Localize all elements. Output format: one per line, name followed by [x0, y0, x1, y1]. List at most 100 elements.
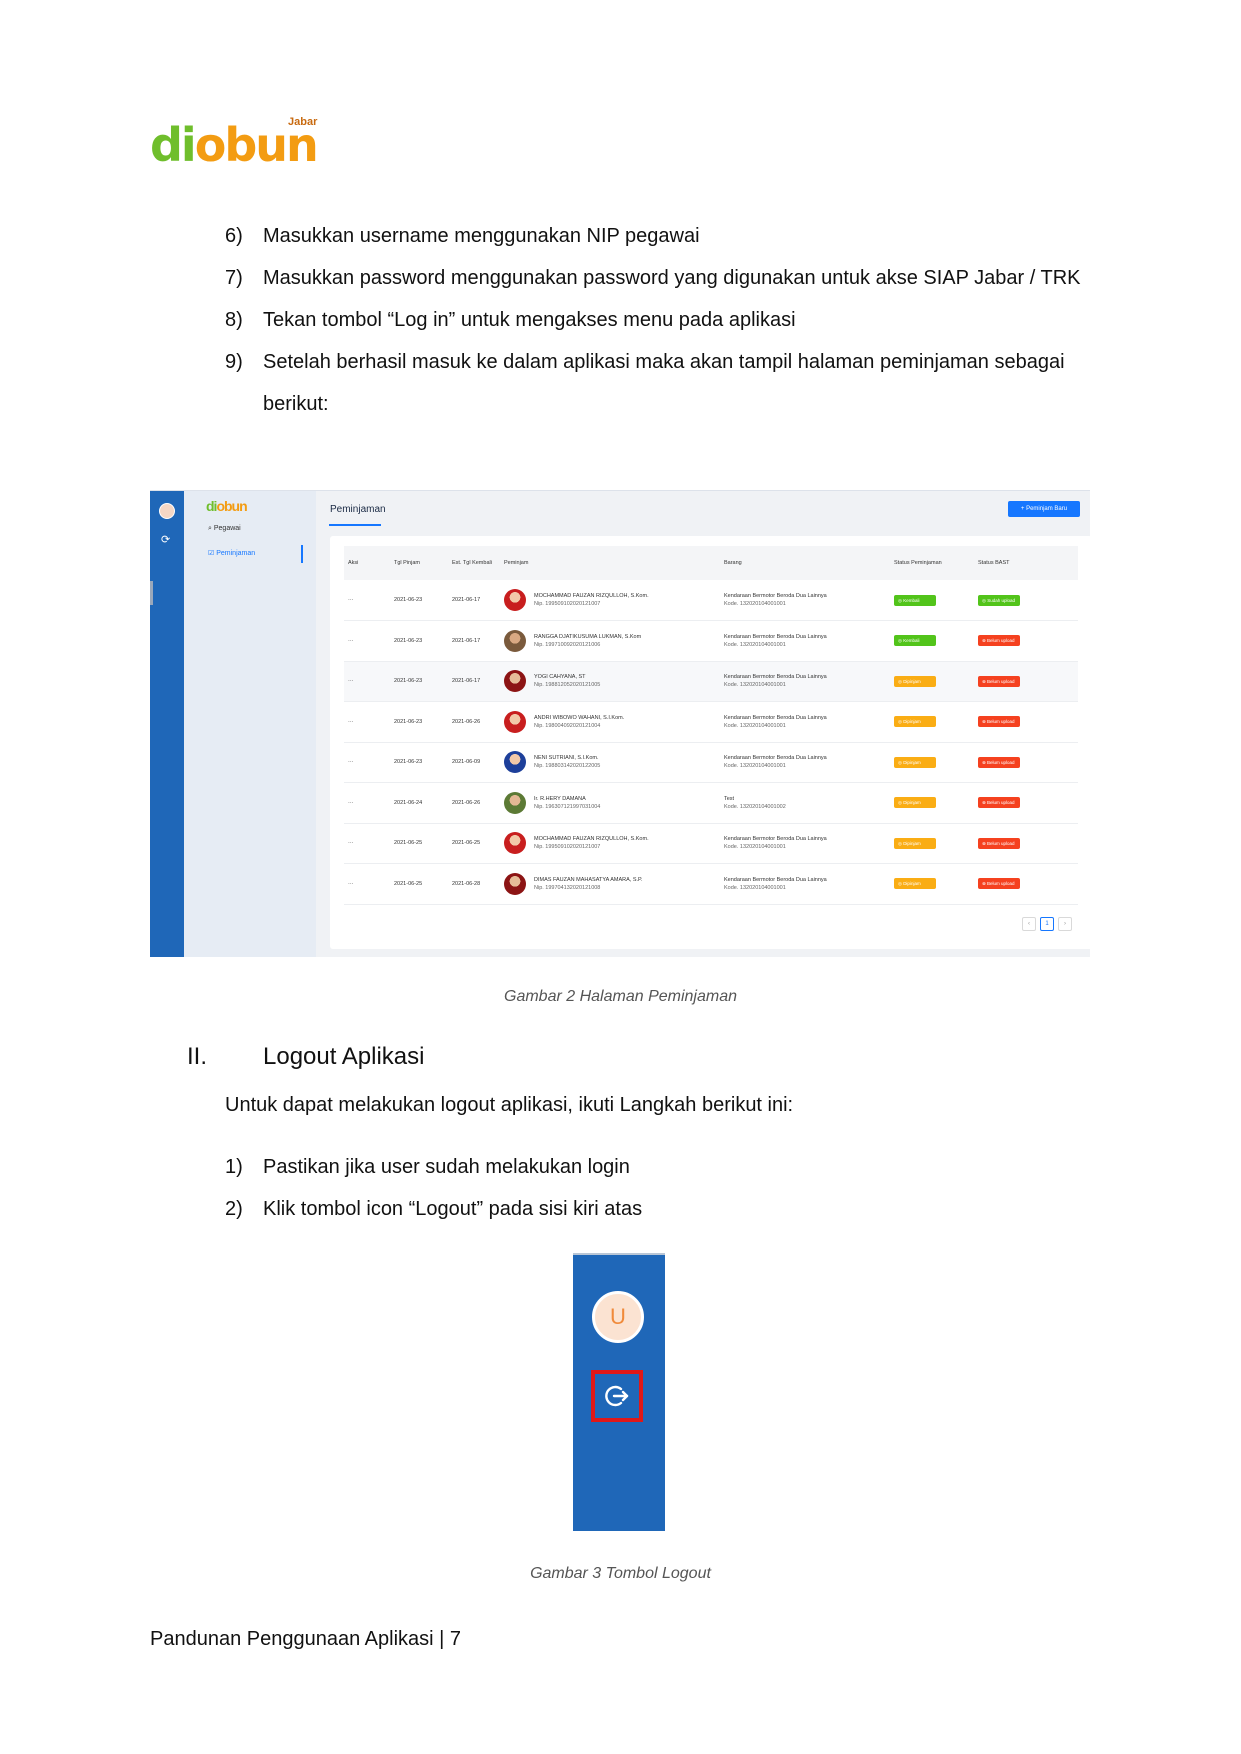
step-text: Tekan tombol “Log in” untuk mengakses me…: [263, 309, 796, 331]
logout-icon[interactable]: [603, 1382, 631, 1410]
column-header[interactable]: Est. Tgl Kembali: [448, 546, 500, 580]
borrower-name: NENI SUTRIANI, S.I.Kom.: [534, 755, 599, 762]
item-code: Kode. 132020104001001: [724, 682, 786, 689]
new-loan-button[interactable]: + Peminjam Baru: [1008, 501, 1080, 517]
peminjaman-screenshot: ⟳ diobun ⌕ Pegawai ☑ Peminjaman Peminjam…: [150, 490, 1090, 957]
table-row: ··· 2021-06-23 2021-06-17 RANGGA DJATIKU…: [344, 620, 1078, 662]
borrower-photo: [504, 670, 526, 693]
column-header[interactable]: Status Peminjaman: [890, 546, 974, 580]
return-date: 2021-06-09: [448, 742, 500, 783]
borrower-photo: [504, 832, 526, 855]
divider: [573, 1253, 665, 1255]
item-code: Kode. 132020104001002: [724, 803, 786, 810]
section-heading: II. Logout Aplikasi: [187, 1043, 424, 1071]
step-number: 7): [225, 267, 243, 289]
step-item: 9) Setelah berhasil masuk ke dalam aplika…: [225, 341, 1085, 425]
item-cell: Kendaraan Bermotor Beroda Dua Lainnya Kod…: [720, 863, 890, 905]
icon-rail: ⟳: [150, 491, 184, 957]
loan-status-label: Dipinjam: [903, 678, 921, 684]
step-number: 6): [225, 225, 243, 247]
row-action-menu[interactable]: ···: [344, 863, 390, 905]
next-page-button[interactable]: ›: [1058, 917, 1072, 931]
table-row: ··· 2021-06-25 2021-06-25 MOCHAMMAD FAUZ…: [344, 823, 1078, 864]
column-header[interactable]: Barang: [720, 546, 890, 580]
loan-status-label: Dipinjam: [903, 800, 921, 806]
loan-date: 2021-06-23: [390, 742, 448, 783]
column-header[interactable]: Status BAST: [974, 546, 1078, 580]
user-avatar[interactable]: U: [592, 1291, 644, 1343]
bast-status-label: Belum upload: [987, 800, 1015, 806]
page-1-button[interactable]: 1: [1040, 917, 1054, 931]
item-name: Kendaraan Bermotor Beroda Dua Lainnya: [724, 593, 827, 599]
sidebar-item-label: Peminjaman: [216, 550, 256, 557]
item-code: Kode. 132020104001001: [724, 601, 786, 607]
diobun-logo: Jabar diobun: [150, 110, 320, 172]
logout-icon[interactable]: ⟳: [161, 533, 170, 546]
bast-status-cell: ◎ Sudah upload: [974, 580, 1078, 621]
loan-date: 2021-06-24: [390, 782, 448, 824]
logout-screenshot: U: [573, 1253, 665, 1531]
item-code: Kode. 132020104001001: [724, 884, 786, 891]
table-row: ··· 2021-06-25 2021-06-28 DIMAS FAUZAN M…: [344, 863, 1078, 905]
column-header[interactable]: Aksi: [344, 546, 390, 580]
bast-status-label: Belum upload: [987, 678, 1015, 684]
row-action-menu[interactable]: ···: [344, 661, 390, 702]
loan-status-cell: ◎ Dipinjam: [890, 863, 974, 905]
return-date: 2021-06-17: [448, 580, 500, 621]
loan-date: 2021-06-23: [390, 580, 448, 621]
row-action-menu[interactable]: ···: [344, 823, 390, 864]
bast-status-badge: ⊗ Belum upload: [978, 797, 1020, 809]
borrower-name: MOCHAMMAD FAUZAN RIZQULLOH, S.Kom.: [534, 593, 649, 599]
scrollbar[interactable]: [150, 581, 153, 605]
bast-status-cell: ⊗ Belum upload: [974, 863, 1078, 905]
tab-peminjaman[interactable]: Peminjaman: [330, 504, 386, 515]
borrower-nip: Nip. 199509102020121007: [534, 601, 601, 607]
sidebar-logo: diobun: [206, 498, 248, 514]
borrower-name: YOGI CAHYANA, ST: [534, 674, 586, 681]
tab-underline: [329, 524, 381, 526]
loan-status-badge: ◎ Dipinjam: [894, 756, 936, 768]
loan-date: 2021-06-25: [390, 823, 448, 864]
row-action-menu[interactable]: ···: [344, 620, 390, 662]
step-text: Masukkan username menggunakan NIP pegawa…: [263, 225, 700, 247]
return-date: 2021-06-25: [448, 823, 500, 864]
item-code: Kode. 132020104001001: [724, 722, 786, 729]
item-cell: Kendaraan Bermotor Beroda Dua Lainnya Kod…: [720, 742, 890, 783]
loan-status-label: Dipinjam: [903, 719, 921, 725]
return-date: 2021-06-17: [448, 620, 500, 662]
borrower-photo: [504, 751, 526, 774]
sidebar-item-pegawai[interactable]: ⌕ Pegawai: [208, 525, 241, 533]
row-action-menu[interactable]: ···: [344, 742, 390, 783]
bast-status-badge: ◎ Sudah upload: [978, 594, 1020, 606]
step-text: Pastikan jika user sudah melakukan login: [263, 1156, 630, 1178]
prev-page-button[interactable]: ‹: [1022, 917, 1036, 931]
return-date: 2021-06-26: [448, 782, 500, 824]
loan-date: 2021-06-23: [390, 701, 448, 743]
bast-status-cell: ⊗ Belum upload: [974, 742, 1078, 783]
item-cell: Kendaraan Bermotor Beroda Dua Lainnya Kod…: [720, 580, 890, 621]
row-action-menu[interactable]: ···: [344, 782, 390, 824]
item-name: Kendaraan Bermotor Beroda Dua Lainnya: [724, 714, 827, 721]
loan-status-cell: ◎ Kembali: [890, 580, 974, 621]
bast-status-badge: ⊗ Belum upload: [978, 837, 1020, 849]
user-avatar-mini[interactable]: [159, 503, 175, 519]
loan-date: 2021-06-23: [390, 620, 448, 662]
sidebar-item-peminjaman[interactable]: ☑ Peminjaman: [208, 545, 304, 563]
item-name: Kendaraan Bermotor Beroda Dua Lainnya: [724, 633, 827, 640]
sidebar-item-label: Pegawai: [213, 525, 241, 532]
borrower-nip: Nip. 199704132020121008: [534, 884, 601, 891]
bast-status-badge: ⊗ Belum upload: [978, 756, 1020, 768]
loan-status-label: Dipinjam: [903, 759, 921, 765]
borrower-cell: MOCHAMMAD FAUZAN RIZQULLOH, S.Kom. Nip. 1…: [500, 580, 720, 621]
item-name: Kendaraan Bermotor Beroda Dua Lainnya: [724, 876, 827, 883]
row-action-menu[interactable]: ···: [344, 701, 390, 743]
borrower-cell: MOCHAMMAD FAUZAN RIZQULLOH, S.Kom. Nip. 1…: [500, 823, 720, 864]
column-header[interactable]: Tgl Pinjam: [390, 546, 448, 580]
row-action-menu[interactable]: ···: [344, 580, 390, 621]
borrower-cell: RANGGA DJATIKUSUMA LUKMAN, S.Kom Nip. 199…: [500, 620, 720, 662]
item-name: Kendaraan Bermotor Beroda Dua Lainnya: [724, 674, 827, 681]
main-panel: Peminjaman + Peminjam Baru Aksi Tgl Pinj…: [316, 491, 1090, 957]
item-code: Kode. 132020104001001: [724, 641, 786, 648]
column-header[interactable]: Peminjam: [500, 546, 720, 580]
loan-status-cell: ◎ Dipinjam: [890, 661, 974, 702]
